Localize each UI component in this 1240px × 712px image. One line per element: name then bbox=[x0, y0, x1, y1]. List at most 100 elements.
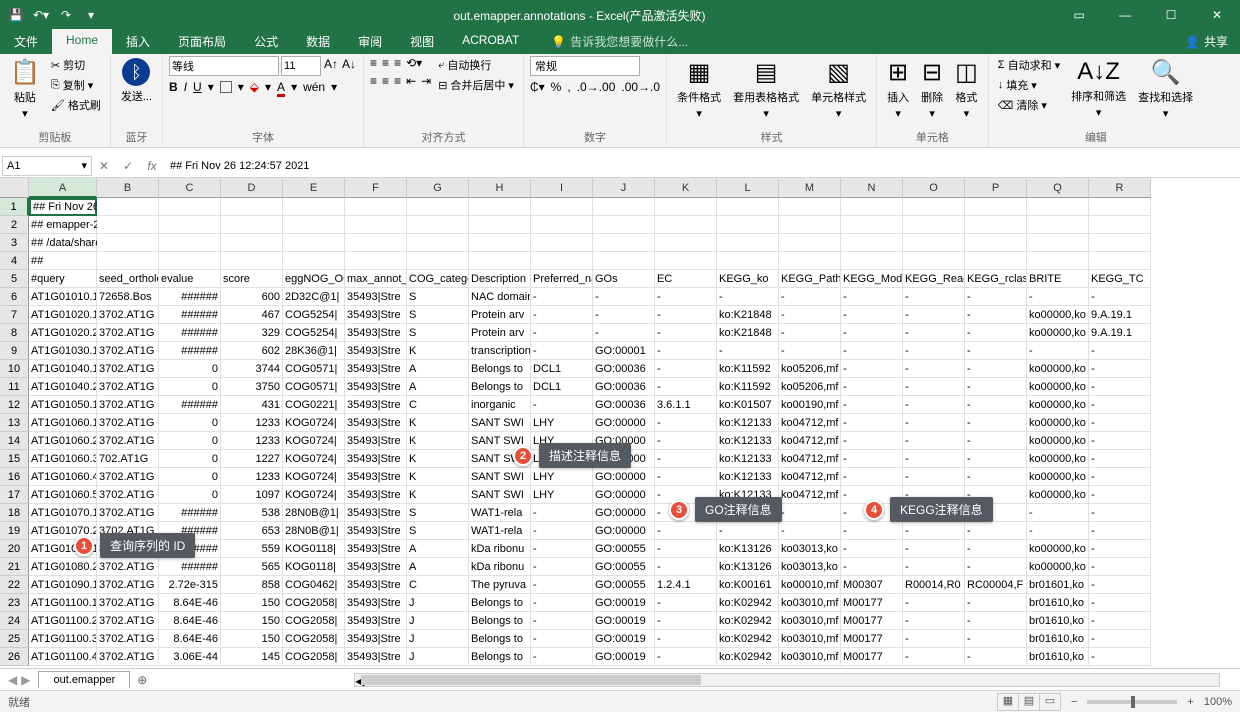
cell[interactable]: - bbox=[965, 306, 1027, 324]
cell[interactable]: K bbox=[407, 414, 469, 432]
cell[interactable]: ko05206,mf bbox=[779, 360, 841, 378]
cell[interactable] bbox=[531, 198, 593, 216]
cell[interactable]: - bbox=[965, 324, 1027, 342]
cell[interactable]: 8.64E-46 bbox=[159, 594, 221, 612]
enter-icon[interactable]: ✓ bbox=[116, 159, 140, 173]
cell[interactable]: - bbox=[841, 540, 903, 558]
cell[interactable]: 35493|Stre bbox=[345, 342, 407, 360]
cell[interactable]: COG2058| bbox=[283, 612, 345, 630]
cell[interactable]: - bbox=[1027, 288, 1089, 306]
cell[interactable]: - bbox=[717, 288, 779, 306]
cell[interactable]: LHY bbox=[531, 468, 593, 486]
cell[interactable]: - bbox=[593, 306, 655, 324]
cell[interactable]: - bbox=[903, 324, 965, 342]
col-header[interactable]: A bbox=[29, 178, 97, 198]
cell[interactable]: 35493|Stre bbox=[345, 468, 407, 486]
cell[interactable]: - bbox=[965, 540, 1027, 558]
cell[interactable]: 35493|Stre bbox=[345, 360, 407, 378]
cell[interactable] bbox=[965, 198, 1027, 216]
cell[interactable]: - bbox=[903, 342, 965, 360]
col-header[interactable]: R bbox=[1089, 178, 1151, 198]
align-bottom-icon[interactable]: ≡ bbox=[394, 56, 401, 70]
cell[interactable]: ko:K12133 bbox=[717, 468, 779, 486]
cell[interactable]: Description bbox=[469, 270, 531, 288]
cell[interactable]: 28N0B@1| bbox=[283, 504, 345, 522]
cell[interactable] bbox=[593, 216, 655, 234]
percent-icon[interactable]: % bbox=[551, 80, 562, 94]
ribbon-tab-文件[interactable]: 文件 bbox=[0, 29, 52, 54]
cell[interactable]: 0 bbox=[159, 414, 221, 432]
cell[interactable]: - bbox=[903, 396, 965, 414]
cell[interactable]: - bbox=[965, 288, 1027, 306]
redo-icon[interactable]: ↷ bbox=[54, 3, 78, 27]
cell[interactable]: KOG0724| bbox=[283, 486, 345, 504]
cell[interactable]: ko00000,ko bbox=[1027, 324, 1089, 342]
cell[interactable]: 858 bbox=[221, 576, 283, 594]
cell[interactable]: 3702.AT1G bbox=[97, 378, 159, 396]
cell[interactable]: - bbox=[903, 612, 965, 630]
cell[interactable]: 3702.AT1G bbox=[97, 630, 159, 648]
cell[interactable]: COG2058| bbox=[283, 630, 345, 648]
cell[interactable]: - bbox=[531, 612, 593, 630]
cell[interactable]: GO:00036 bbox=[593, 396, 655, 414]
cell[interactable] bbox=[655, 234, 717, 252]
cell[interactable]: Protein arv bbox=[469, 324, 531, 342]
cell[interactable]: AT1G01100.3 bbox=[29, 630, 97, 648]
cell[interactable]: - bbox=[717, 522, 779, 540]
cell[interactable]: - bbox=[531, 306, 593, 324]
row-header[interactable]: 23 bbox=[0, 594, 29, 612]
cell[interactable]: 3702.AT1G bbox=[97, 468, 159, 486]
cell[interactable]: - bbox=[531, 522, 593, 540]
cell[interactable]: ko00000,ko bbox=[1027, 414, 1089, 432]
font-color-button[interactable]: A bbox=[277, 80, 285, 94]
cell[interactable]: - bbox=[965, 558, 1027, 576]
cell[interactable]: AT1G01100.4 bbox=[29, 648, 97, 666]
font-name-combo[interactable] bbox=[169, 56, 279, 76]
col-header[interactable]: Q bbox=[1027, 178, 1089, 198]
cell[interactable]: 329 bbox=[221, 324, 283, 342]
align-left-icon[interactable]: ≡ bbox=[370, 74, 377, 88]
cell[interactable]: - bbox=[1089, 648, 1151, 666]
cell[interactable]: - bbox=[655, 612, 717, 630]
cell[interactable]: 3.06E-44 bbox=[159, 648, 221, 666]
cell[interactable] bbox=[407, 216, 469, 234]
cell[interactable]: AT1G01060.5 bbox=[29, 486, 97, 504]
cell[interactable]: J bbox=[407, 648, 469, 666]
cell[interactable]: ko:K12133 bbox=[717, 432, 779, 450]
cell[interactable] bbox=[345, 234, 407, 252]
cell[interactable]: AT1G01040.2 bbox=[29, 378, 97, 396]
cancel-icon[interactable]: ✕ bbox=[92, 159, 116, 173]
align-center-icon[interactable]: ≡ bbox=[382, 74, 389, 88]
cell[interactable]: Protein arv bbox=[469, 306, 531, 324]
fill-button[interactable]: ↓ 填充 ▾ bbox=[995, 76, 1063, 94]
copy-button[interactable]: ⎘ 复制 ▾ bbox=[48, 76, 104, 94]
cell[interactable]: 3744 bbox=[221, 360, 283, 378]
cell[interactable]: 3702.AT1G bbox=[97, 360, 159, 378]
cell[interactable]: 3702.AT1G bbox=[97, 432, 159, 450]
cell[interactable]: J bbox=[407, 630, 469, 648]
cell[interactable] bbox=[593, 234, 655, 252]
cell[interactable]: - bbox=[1089, 288, 1151, 306]
row-header[interactable]: 4 bbox=[0, 252, 29, 270]
row-header[interactable]: 25 bbox=[0, 630, 29, 648]
cell[interactable]: GO:00055 bbox=[593, 576, 655, 594]
cell[interactable] bbox=[97, 198, 159, 216]
sheet-tab[interactable]: out.emapper bbox=[38, 671, 130, 688]
cell[interactable] bbox=[1027, 198, 1089, 216]
cell[interactable]: br01610,ko bbox=[1027, 630, 1089, 648]
cell[interactable] bbox=[1089, 198, 1151, 216]
cell[interactable]: 1233 bbox=[221, 468, 283, 486]
merge-button[interactable]: ⊟ 合并后居中 ▾ bbox=[435, 76, 517, 94]
cell[interactable]: 35493|Stre bbox=[345, 594, 407, 612]
cell[interactable]: - bbox=[903, 468, 965, 486]
cell[interactable]: 0 bbox=[159, 468, 221, 486]
comma-icon[interactable]: , bbox=[567, 80, 570, 94]
cell[interactable]: - bbox=[717, 342, 779, 360]
cell[interactable]: DCL1 bbox=[531, 360, 593, 378]
cell[interactable]: - bbox=[1089, 360, 1151, 378]
cell[interactable]: 3702.AT1G bbox=[97, 648, 159, 666]
cell[interactable]: COG2058| bbox=[283, 594, 345, 612]
cell[interactable]: 565 bbox=[221, 558, 283, 576]
cell[interactable]: GOs bbox=[593, 270, 655, 288]
row-header[interactable]: 5 bbox=[0, 270, 29, 288]
